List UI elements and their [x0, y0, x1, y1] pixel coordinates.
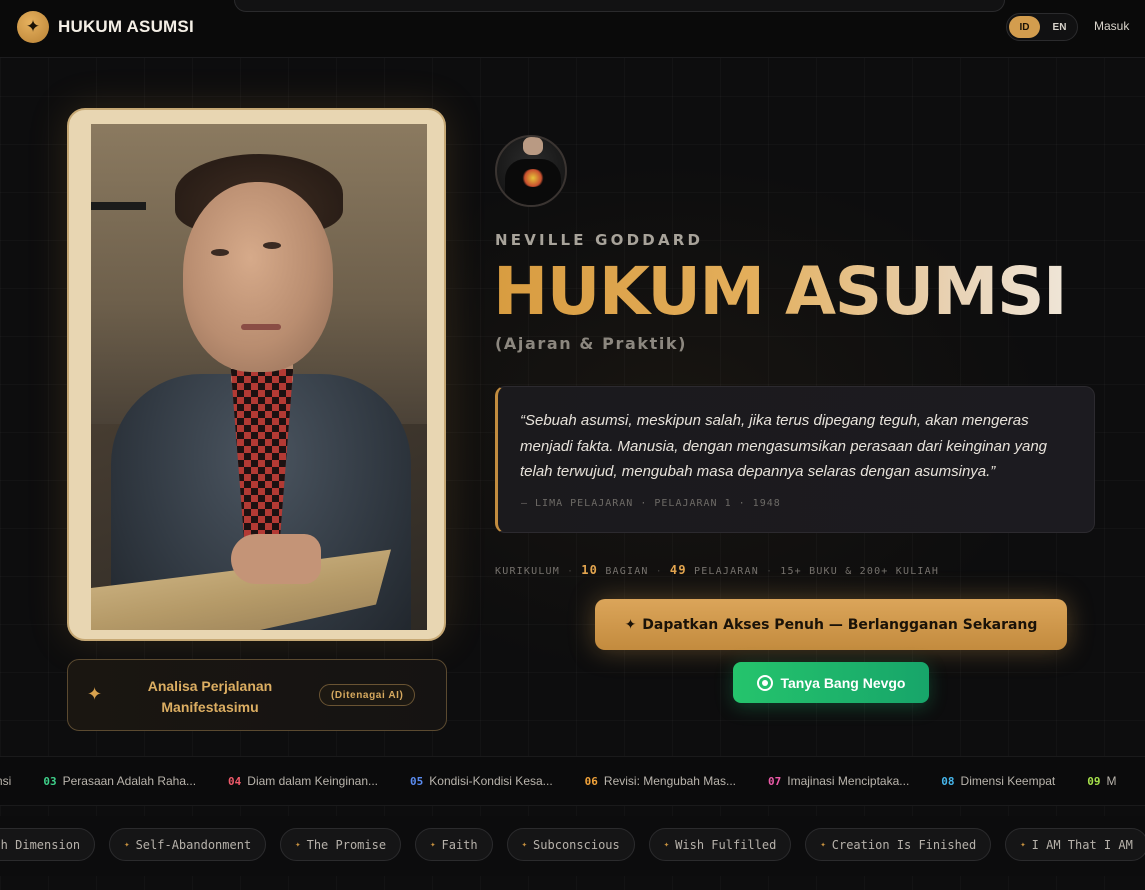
- lesson-title: Imajinasi Menciptaka...: [787, 774, 910, 788]
- topic-tag[interactable]: ✦ Subconscious: [506, 828, 635, 861]
- lesson-number: 05: [410, 775, 424, 788]
- stats-label: KURIKULUM: [495, 566, 560, 577]
- lesson-item[interactable]: 03 Perasaan Adalah Raha...: [43, 774, 196, 788]
- lesson-number: 09: [1087, 775, 1101, 788]
- avatar: [495, 135, 567, 207]
- lesson-number: 07: [767, 775, 782, 788]
- topic-tag-label: Creation Is Finished: [831, 837, 977, 852]
- lesson-item[interactable]: 06 Revisi: Mengubah Mas...: [585, 774, 736, 788]
- sections-label: BAGIAN: [605, 566, 649, 577]
- lessons-label: PELAJARAN: [693, 566, 759, 577]
- topic-tag-label: urth Dimension: [0, 837, 81, 852]
- lesson-marquee: umsi 03 Perasaan Adalah Raha... 04 Diam dala…: [0, 756, 1145, 806]
- tag-track: urth Dimension ✦ Self-Abandonment ✦ The Prom…: [0, 828, 1145, 861]
- quote-text: “Sebuah asumsi, meskipun salah, jika ter…: [520, 412, 1047, 480]
- page-subtitle: (Ajaran & Praktik): [495, 334, 688, 353]
- sparkle-icon: ✦: [87, 684, 103, 705]
- author-portrait-image: [91, 124, 427, 630]
- subscribe-button[interactable]: ✦ Dapatkan Akses Penuh — Berlangganan Se…: [595, 599, 1067, 650]
- topic-tag[interactable]: ✦ Wish Fulfilled: [648, 828, 792, 861]
- analyze-journey-label: Analisa Perjalanan Manifestasimu: [147, 678, 273, 715]
- featured-quote: “Sebuah asumsi, meskipun salah, jika ter…: [495, 386, 1095, 533]
- topic-tag-label: I AM That I AM: [1031, 837, 1133, 852]
- sparkle-icon: ✦: [17, 11, 49, 43]
- topic-tag-marquee: urth Dimension ✦ Self-Abandonment ✦ The Prom…: [0, 816, 1145, 876]
- lesson-title: umsi: [0, 774, 12, 788]
- lesson-item[interactable]: umsi: [0, 774, 11, 788]
- lessons-count: 49: [669, 563, 687, 577]
- lesson-track: umsi 03 Perasaan Adalah Raha... 04 Diam dala…: [0, 774, 1145, 788]
- brand-name: HUKUM ASUMSI: [58, 17, 194, 36]
- curriculum-stats: KURIKULUM · 10 BAGIAN · 49 PELAJARAN · 15+ BUK…: [495, 563, 940, 577]
- brand-logo[interactable]: ✦ HUKUM ASUMSI: [17, 11, 194, 43]
- topic-tag-label: Self-Abandonment: [135, 837, 252, 852]
- login-link[interactable]: Masuk: [1094, 19, 1129, 33]
- whatsapp-label: Tanya Bang Nevgo: [780, 674, 906, 691]
- top-nav: ✦ HUKUM ASUMSI ID EN Masuk: [0, 0, 1145, 58]
- lang-option-en[interactable]: EN: [1044, 16, 1075, 38]
- topic-tag[interactable]: ✦ Faith: [415, 828, 493, 861]
- topic-tag-label: The Promise: [306, 837, 387, 852]
- lesson-item[interactable]: 05 Kondisi-Kondisi Kesa...: [410, 774, 553, 788]
- quote-source: — LIMA PELAJARAN · PELAJARAN 1 · 1948: [521, 498, 781, 509]
- analyze-journey-button[interactable]: ✦ Analisa Perjalanan Manifestasimu (Dite…: [67, 659, 447, 731]
- lesson-title: Revisi: Mengubah Mas...: [603, 774, 736, 788]
- sparkle-icon: ✦: [663, 839, 670, 850]
- topic-tag-label: Subconscious: [533, 837, 620, 852]
- top-search-bar[interactable]: [234, 0, 1005, 12]
- lesson-title: Perasaan Adalah Raha...: [62, 774, 197, 788]
- lesson-number: 04: [228, 775, 242, 788]
- sections-count: 10: [581, 563, 599, 577]
- sparkle-icon: ✦: [295, 839, 301, 850]
- sparkle-icon: ✦: [820, 839, 826, 850]
- lesson-number: 08: [941, 775, 955, 788]
- topic-tag[interactable]: ✦ Creation Is Finished: [805, 828, 992, 861]
- lesson-title: Dimensi Keempat: [960, 774, 1056, 788]
- ai-powered-badge: (Ditenagai AI): [319, 684, 416, 706]
- lesson-item[interactable]: 07 Imajinasi Menciptaka...: [768, 774, 909, 788]
- lesson-number: 03: [43, 775, 57, 788]
- topic-tag[interactable]: urth Dimension: [0, 828, 96, 861]
- author-portrait-frame: [67, 108, 446, 641]
- sparkle-icon: ✦: [430, 839, 436, 850]
- language-toggle: ID EN: [1006, 13, 1078, 41]
- sparkle-icon: ✦: [1020, 839, 1026, 850]
- topic-tag[interactable]: ✦ The Promise: [280, 828, 402, 861]
- lang-option-id[interactable]: ID: [1009, 16, 1040, 38]
- sparkle-icon: ✦: [124, 839, 130, 850]
- lesson-title: Kondisi-Kondisi Kesa...: [429, 774, 553, 788]
- topic-tag[interactable]: ✦ I AM That I AM: [1005, 828, 1145, 861]
- sparkle-icon: ✦: [624, 616, 637, 633]
- lesson-number: 06: [584, 775, 598, 788]
- lesson-item[interactable]: 04 Diam dalam Keinginan...: [228, 774, 378, 788]
- lesson-title: M: [1106, 774, 1117, 788]
- whatsapp-icon: [756, 674, 773, 691]
- whatsapp-button[interactable]: Tanya Bang Nevgo: [733, 662, 929, 703]
- author-name: NEVILLE GODDARD: [495, 231, 704, 249]
- lesson-item[interactable]: 08 Dimensi Keempat: [941, 774, 1055, 788]
- lesson-item[interactable]: 09 M: [1087, 774, 1116, 788]
- lesson-title: Diam dalam Keinginan...: [247, 774, 379, 788]
- topic-tag[interactable]: ✦ Self-Abandonment: [109, 828, 267, 861]
- topic-tag-label: Faith: [441, 837, 478, 852]
- subscribe-label: Dapatkan Akses Penuh — Berlangganan Seka…: [642, 616, 1038, 633]
- stats-extra: 15+ BUKU & 200+ KULIAH: [780, 566, 940, 577]
- page-title: HUKUM ASUMSI: [493, 253, 1068, 330]
- topic-tag-label: Wish Fulfilled: [675, 837, 777, 852]
- sparkle-icon: ✦: [521, 839, 528, 850]
